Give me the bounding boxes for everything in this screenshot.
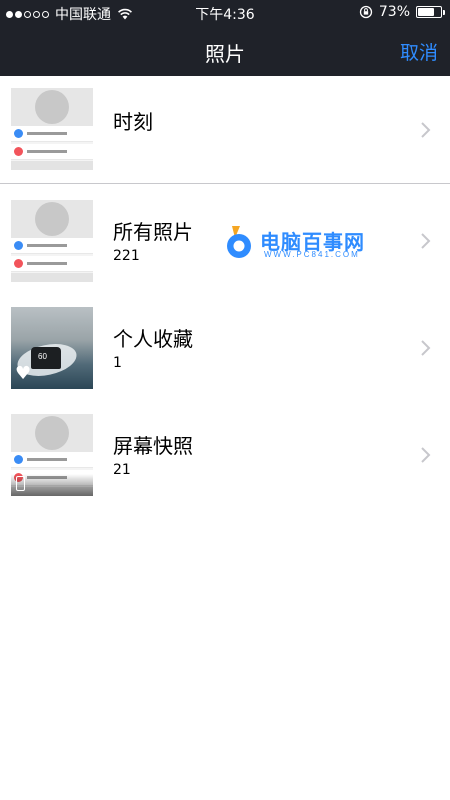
battery-fill <box>418 8 434 16</box>
thumb-photo-motor: 60 <box>31 347 61 369</box>
battery-percent: 73% <box>378 4 410 20</box>
watermark: 电脑百事网 WWW.PC841.COM <box>222 222 382 266</box>
album-thumbnail <box>11 414 93 496</box>
thumb-list-line <box>11 126 93 142</box>
page-title: 照片 <box>205 42 245 66</box>
chevron-right-icon <box>421 122 431 138</box>
battery-icon <box>416 6 445 18</box>
album-count: 21 <box>113 462 131 478</box>
status-right: 73% <box>359 4 445 20</box>
album-count: 221 <box>113 248 140 264</box>
heart-icon: ♥ <box>15 363 32 384</box>
chevron-right-icon <box>421 447 431 463</box>
rotation-lock-icon <box>359 5 373 19</box>
album-row-screenshots[interactable]: 屏幕快照 21 <box>0 398 450 505</box>
watermark-logo-icon <box>227 226 251 258</box>
album-row-moments[interactable]: 时刻 <box>0 76 450 182</box>
thumb-list-line <box>11 238 93 254</box>
thumb-list-line <box>11 256 93 272</box>
thumb-list-line <box>11 144 93 160</box>
thumb-footer <box>11 273 93 282</box>
top-bar: 中国联通 下午4:36 73% 照片 取消 <box>0 0 450 76</box>
album-thumbnail: 60 ♥ <box>11 307 93 389</box>
status-bar: 中国联通 下午4:36 73% <box>0 0 450 26</box>
thumb-avatar <box>35 416 69 450</box>
cancel-button[interactable]: 取消 <box>400 38 438 65</box>
thumb-avatar <box>35 90 69 124</box>
screenshot-icon <box>16 476 25 491</box>
chevron-right-icon <box>421 233 431 249</box>
album-row-favorites[interactable]: 60 ♥ 个人收藏 1 <box>0 291 450 398</box>
battery-nub <box>443 10 445 15</box>
album-title: 个人收藏 <box>113 327 193 351</box>
album-thumbnail <box>11 88 93 170</box>
thumb-footer <box>11 161 93 170</box>
album-title: 所有照片 <box>113 220 193 244</box>
thumb-list-line <box>11 452 93 468</box>
album-title: 时刻 <box>113 110 153 134</box>
album-thumbnail <box>11 200 93 282</box>
album-count: 1 <box>113 355 122 371</box>
watermark-url: WWW.PC841.COM <box>264 250 360 259</box>
album-title: 屏幕快照 <box>113 434 193 458</box>
chevron-right-icon <box>421 340 431 356</box>
thumb-avatar <box>35 202 69 236</box>
